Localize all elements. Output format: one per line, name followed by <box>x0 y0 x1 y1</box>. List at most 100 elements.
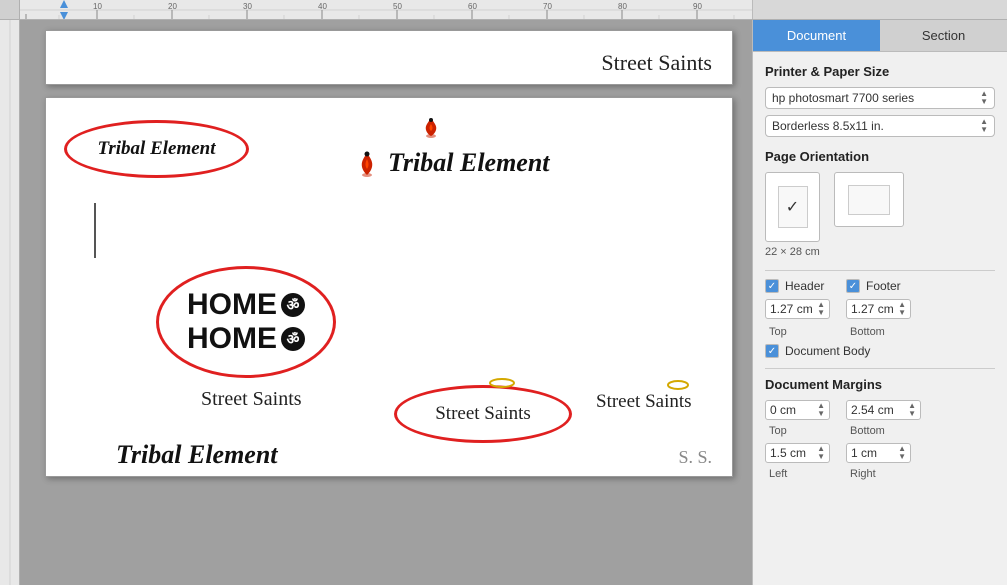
page-container: Street Saints Tribal Element <box>45 30 747 477</box>
divider-2 <box>765 368 995 369</box>
orientation-options: ✓ <box>765 172 995 242</box>
orientation-landscape[interactable] <box>834 172 904 242</box>
flame-top <box>421 116 441 141</box>
dimension-label: 22 × 28 cm <box>765 246 995 258</box>
printer-dropdown[interactable]: hp photosmart 7700 series ▲ ▼ <box>765 87 995 109</box>
ruler-corner <box>0 0 20 20</box>
margin-right-down[interactable]: ▼ <box>898 453 906 461</box>
street-saints-header: Street Saints <box>601 50 712 76</box>
page-1: Street Saints <box>45 30 733 85</box>
margins-label: Document Margins <box>765 377 995 392</box>
portrait-check: ✓ <box>786 197 799 217</box>
footer-stepper[interactable]: ▲ ▼ <box>898 301 906 317</box>
tab-document[interactable]: Document <box>753 20 880 51</box>
portrait-inner: ✓ <box>778 186 808 228</box>
svg-text:70: 70 <box>543 2 552 11</box>
margin-left-label: Left <box>769 468 787 480</box>
side-ruler <box>0 20 20 585</box>
printer-arrows[interactable]: ▲ ▼ <box>980 90 988 106</box>
header-value: 1.27 cm <box>770 302 813 316</box>
tribal-oval-text: Tribal Element <box>97 138 215 160</box>
margin-top-down[interactable]: ▼ <box>817 410 825 418</box>
margin-left-group: 1.5 cm ▲ ▼ Left <box>765 443 830 480</box>
landscape-inner <box>848 185 890 215</box>
street-saints-below-text: Street Saints <box>201 388 302 410</box>
street-saints-below-home: Street Saints <box>201 388 302 411</box>
header-down[interactable]: ▼ <box>817 309 825 317</box>
header-footer-row: ✓ Header 1.27 cm ▲ ▼ Top <box>765 279 995 338</box>
footer-value-row: 1.27 cm ▲ ▼ <box>846 299 911 319</box>
page-2: Tribal Element <box>45 97 733 477</box>
header-checkbox[interactable]: ✓ <box>765 279 779 293</box>
landscape-box[interactable] <box>834 172 904 227</box>
margin-bottom-group: 2.54 cm ▲ ▼ Bottom <box>846 400 921 437</box>
om-symbol-2: ॐ <box>281 327 305 351</box>
footer-checkbox[interactable]: ✓ <box>846 279 860 293</box>
footer-check: ✓ <box>849 281 857 292</box>
street-saints-right-text: Street Saints <box>596 391 692 412</box>
margin-right-box: 1 cm ▲ ▼ <box>846 443 911 463</box>
orientation-portrait[interactable]: ✓ <box>765 172 820 242</box>
svg-text:40: 40 <box>318 2 327 11</box>
paper-dropdown[interactable]: Borderless 8.5x11 in. ▲ ▼ <box>765 115 995 137</box>
margin-left-box: 1.5 cm ▲ ▼ <box>765 443 830 463</box>
margin-bottom-stepper[interactable]: ▲ ▼ <box>908 402 916 418</box>
svg-text:60: 60 <box>468 2 477 11</box>
portrait-box[interactable]: ✓ <box>765 172 820 242</box>
margin-right-stepper[interactable]: ▲ ▼ <box>898 445 906 461</box>
svg-text:20: 20 <box>168 2 177 11</box>
main-area: Street Saints Tribal Element <box>0 20 1007 585</box>
orientation-label: Page Orientation <box>765 149 995 164</box>
margin-bottom-down[interactable]: ▼ <box>908 410 916 418</box>
orientation-section: Page Orientation ✓ <box>765 149 995 258</box>
tab-section[interactable]: Section <box>880 20 1007 51</box>
margin-top-stepper[interactable]: ▲ ▼ <box>817 402 825 418</box>
margin-left-down[interactable]: ▼ <box>817 453 825 461</box>
svg-text:80: 80 <box>618 2 627 11</box>
svg-text:10: 10 <box>93 2 102 11</box>
canvas-area: Street Saints Tribal Element <box>20 20 752 585</box>
tribal-bottom-text: Tribal Element <box>116 440 278 469</box>
margin-bottom-value: 2.54 cm <box>851 403 904 417</box>
document-body-checkbox[interactable]: ✓ <box>765 344 779 358</box>
svg-text:30: 30 <box>243 2 252 11</box>
margin-top-label: Top <box>769 425 787 437</box>
panel-content: Printer & Paper Size hp photosmart 7700 … <box>753 52 1007 585</box>
panel-tabs: Document Section <box>753 20 1007 52</box>
footer-sublabel: Bottom <box>850 326 885 338</box>
document-body-row: ✓ Document Body <box>765 344 995 358</box>
street-saints-oval: Street Saints <box>394 385 572 443</box>
document-body-check: ✓ <box>768 346 776 357</box>
street-saints-oval-text: Street Saints <box>435 403 531 425</box>
header-sublabel: Top <box>769 326 787 338</box>
margin-top-box: 0 cm ▲ ▼ <box>765 400 830 420</box>
printer-label: Printer & Paper Size <box>765 64 995 79</box>
printer-down-arrow[interactable]: ▼ <box>980 98 988 106</box>
footer-down[interactable]: ▼ <box>898 309 906 317</box>
printer-value: hp photosmart 7700 series <box>772 91 976 105</box>
halo-center <box>488 376 516 391</box>
panel-ruler-space <box>752 0 1007 20</box>
tribal-bottom: Tribal Element <box>116 440 278 470</box>
header-value-row: 1.27 cm ▲ ▼ <box>765 299 830 319</box>
home-oval: HOME ॐ HOME ॐ <box>156 266 336 378</box>
tribal-oval: Tribal Element <box>64 120 249 178</box>
tribal-right: Tribal Element <box>356 148 550 178</box>
ss-bottom: S. S. <box>678 447 712 468</box>
margin-right-label: Right <box>850 468 876 480</box>
footer-value-box: 1.27 cm ▲ ▼ <box>846 299 911 319</box>
margin-right-value: 1 cm <box>851 446 894 460</box>
margin-left-stepper[interactable]: ▲ ▼ <box>817 445 825 461</box>
svg-text:50: 50 <box>393 2 402 11</box>
document-body-label: Document Body <box>785 344 870 358</box>
header-value-box: 1.27 cm ▲ ▼ <box>765 299 830 319</box>
footer-checkbox-row: ✓ Footer 1.27 cm ▲ ▼ Bottom <box>846 279 911 338</box>
margin-bottom-box: 2.54 cm ▲ ▼ <box>846 400 921 420</box>
paper-arrows[interactable]: ▲ ▼ <box>980 118 988 134</box>
paper-down-arrow[interactable]: ▼ <box>980 126 988 134</box>
header-check-row: ✓ Header <box>765 279 830 293</box>
home-line1: HOME ॐ <box>187 288 305 322</box>
halo-right <box>666 378 690 393</box>
header-stepper[interactable]: ▲ ▼ <box>817 301 825 317</box>
paper-value: Borderless 8.5x11 in. <box>772 119 976 133</box>
